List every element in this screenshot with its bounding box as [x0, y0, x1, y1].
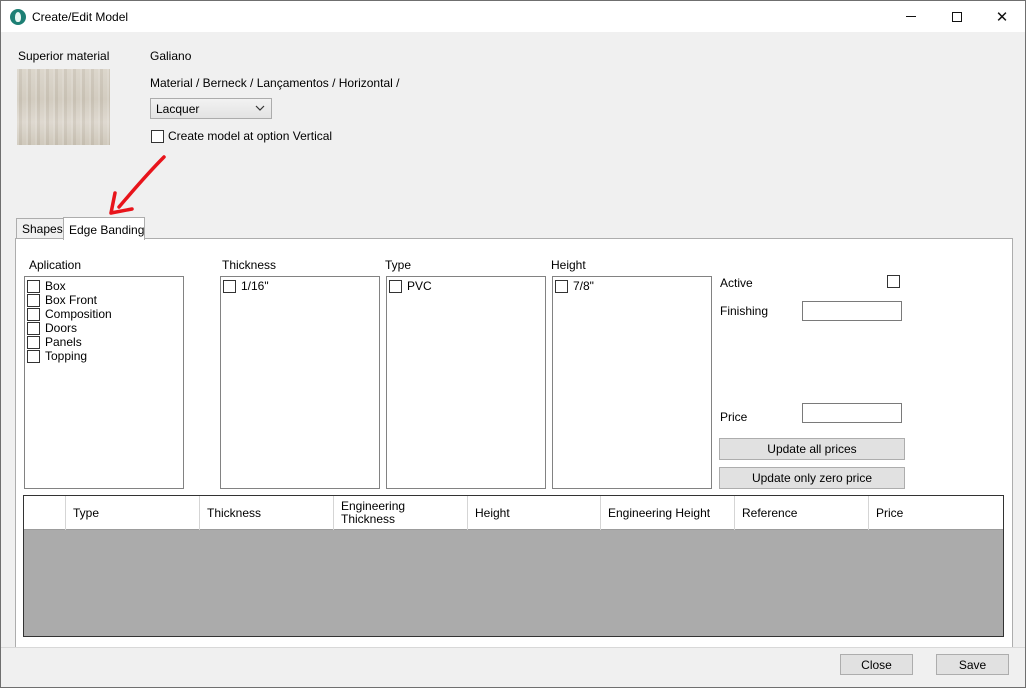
price-input[interactable]: [802, 403, 902, 423]
tab-edge-banding-label: Edge Banding: [69, 223, 145, 237]
application-checkbox[interactable]: [27, 294, 40, 307]
height-list[interactable]: 7/8": [552, 276, 712, 489]
thickness-label: Thickness: [222, 258, 277, 272]
finishing-input[interactable]: [802, 301, 902, 321]
chevron-down-icon: [255, 101, 265, 118]
active-checkbox[interactable]: [887, 275, 900, 288]
grid-row-header-corner: [24, 496, 66, 530]
create-edit-model-window: Create/Edit Model ✕ Superior material Ga…: [0, 0, 1026, 688]
column-header-price[interactable]: Price: [869, 496, 1003, 530]
material-swatch-image: [17, 69, 110, 145]
finishing-label: Finishing: [720, 304, 769, 318]
material-name: Galiano: [150, 49, 192, 63]
maximize-icon: [952, 11, 962, 22]
annotation-arrow-icon: [109, 155, 166, 215]
column-header-engineering-height[interactable]: Engineering Height: [601, 496, 735, 530]
price-label: Price: [720, 410, 748, 424]
type-label: Type: [385, 258, 412, 272]
height-label: Height: [551, 258, 586, 272]
column-header-thickness[interactable]: Thickness: [200, 496, 334, 530]
app-icon: [10, 9, 26, 25]
window-title: Create/Edit Model: [32, 10, 129, 24]
application-checkbox[interactable]: [27, 280, 40, 293]
close-icon: ✕: [995, 8, 1009, 26]
update-zero-price-button[interactable]: Update only zero price: [719, 467, 905, 489]
material-path: Material / Berneck / Lançamentos / Horiz…: [150, 76, 400, 90]
grid-header: Type Thickness Engineering Thickness Hei…: [24, 496, 1003, 530]
superior-material-label: Superior material: [18, 49, 110, 63]
vertical-option-label: Create model at option Vertical: [168, 129, 333, 143]
column-header-engineering-thickness-label: Engineering Thickness: [341, 499, 406, 526]
update-all-prices-button[interactable]: Update all prices: [719, 438, 905, 460]
application-checkbox[interactable]: [27, 322, 40, 335]
thickness-list[interactable]: 1/16": [220, 276, 380, 489]
column-header-height[interactable]: Height: [468, 496, 601, 530]
save-button[interactable]: Save: [936, 654, 1009, 675]
column-header-type[interactable]: Type: [66, 496, 200, 530]
maximize-button[interactable]: [934, 1, 980, 32]
tab-shapes[interactable]: Shapes: [16, 218, 64, 239]
height-checkbox[interactable]: [555, 280, 568, 293]
tab-edge-banding[interactable]: Edge Banding: [63, 217, 145, 240]
close-button[interactable]: Close: [840, 654, 913, 675]
application-label: Aplication: [29, 258, 82, 272]
title-bar: Create/Edit Model ✕: [1, 1, 1025, 32]
active-label: Active: [720, 276, 753, 290]
edge-banding-grid[interactable]: Type Thickness Engineering Thickness Hei…: [23, 495, 1004, 637]
finish-select-value: Lacquer: [156, 102, 200, 116]
application-list[interactable]: Box Box Front Composition Doors Panels T…: [24, 276, 184, 489]
column-header-engineering-thickness[interactable]: Engineering Thickness: [334, 496, 468, 530]
application-checkbox[interactable]: [27, 336, 40, 349]
footer-divider: [1, 647, 1025, 648]
application-checkbox[interactable]: [27, 350, 40, 363]
tab-shapes-label: Shapes: [22, 222, 63, 236]
type-list[interactable]: PVC: [386, 276, 546, 489]
thickness-checkbox[interactable]: [223, 280, 236, 293]
type-checkbox[interactable]: [389, 280, 402, 293]
minimize-icon: [906, 16, 916, 17]
minimize-button[interactable]: [888, 1, 934, 32]
column-header-reference[interactable]: Reference: [735, 496, 869, 530]
finish-select[interactable]: Lacquer: [150, 98, 272, 119]
vertical-option-checkbox[interactable]: [151, 130, 164, 143]
application-checkbox[interactable]: [27, 308, 40, 321]
close-window-button[interactable]: ✕: [979, 1, 1025, 32]
